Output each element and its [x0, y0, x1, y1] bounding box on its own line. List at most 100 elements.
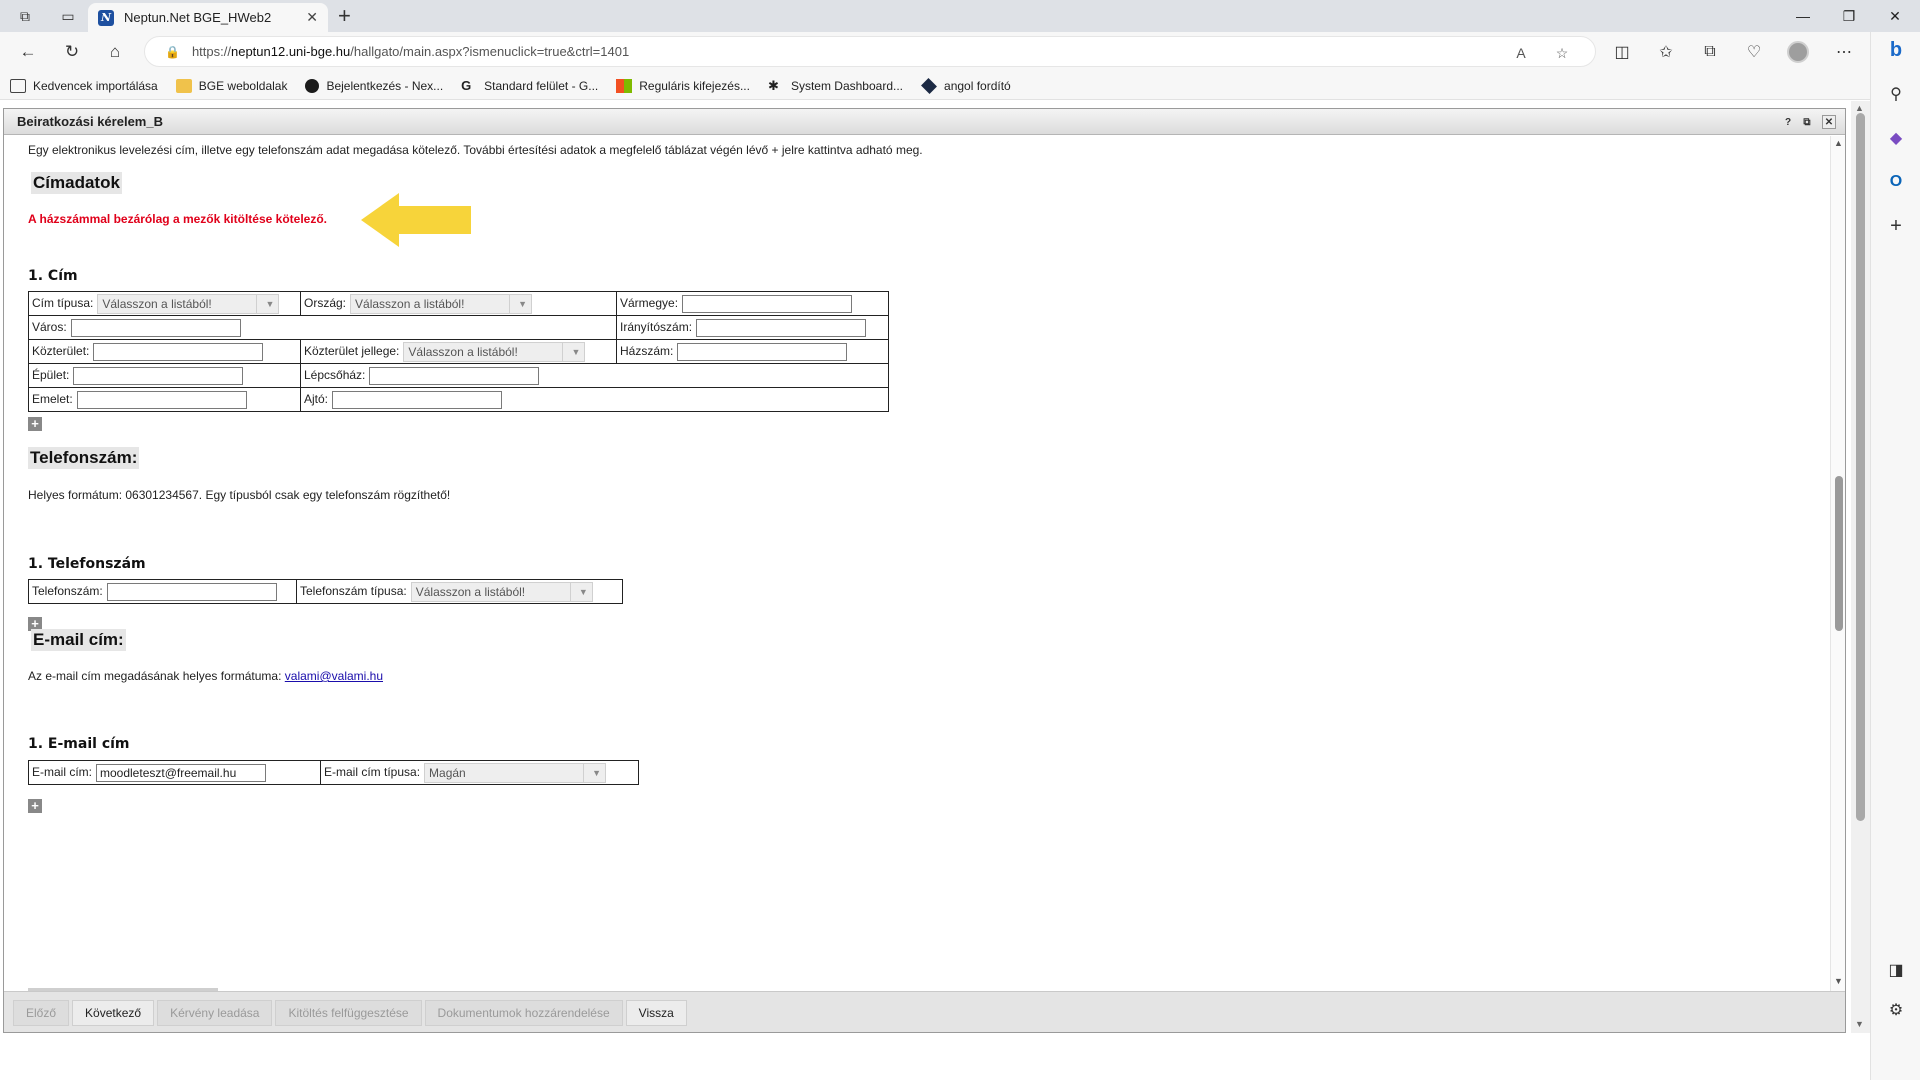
workspaces-icon[interactable]: ⧉ [12, 4, 38, 28]
browser-tab[interactable]: N Neptun.Net BGE_HWeb2 ✕ [88, 3, 328, 32]
bookmark-dashboard[interactable]: ✱ System Dashboard... [767, 77, 903, 93]
read-aloud-icon[interactable]: A [1509, 43, 1533, 63]
url-text: https://neptun12.uni-bge.hu/hallgato/mai… [191, 44, 630, 59]
settings-gear-icon[interactable]: ⚙ [1884, 998, 1908, 1022]
translate-icon [921, 77, 937, 94]
submit-request-button[interactable]: Kérvény leadása [157, 1000, 273, 1026]
street-input[interactable] [93, 342, 264, 361]
staircase-label: Lépcsőház: [304, 367, 366, 382]
page-scrollbar[interactable]: ▲ ▼ [1851, 101, 1870, 1033]
address-type-select[interactable]: Válasszon a listából! ▼ [97, 293, 280, 314]
bookmark-nexus[interactable]: Bejelentkezés - Nex... [305, 78, 443, 93]
zip-input[interactable] [696, 318, 867, 337]
phone-table: Telefonszám: Telefonszám típusa: Válasszo… [28, 579, 623, 604]
hide-sidebar-icon[interactable]: ◨ [1884, 958, 1908, 982]
help-icon[interactable]: ? [1781, 115, 1795, 129]
street-type-select[interactable]: Válasszon a listából! ▼ [403, 341, 586, 362]
restore-icon[interactable]: ❐ [1826, 0, 1872, 32]
browser-essentials-icon[interactable]: ♡ [1742, 41, 1766, 63]
bookmark-translate[interactable]: angol fordító [921, 77, 1011, 94]
address-bar[interactable]: 🔒 https://neptun12.uni-bge.hu/hallgato/m… [144, 36, 1596, 67]
city-label: Város: [32, 319, 67, 334]
dialog-body: Egy elektronikus levelezési cím, illetve… [4, 136, 1830, 991]
bookmark-import[interactable]: Kedvencek importálása [10, 78, 158, 93]
city-input[interactable] [70, 318, 241, 337]
dialog-scrollbar[interactable]: ▲ ▼ [1830, 136, 1845, 991]
building-label: Épület: [32, 367, 70, 382]
county-label: Vármegye: [620, 295, 679, 310]
search-icon[interactable]: ⚲ [1884, 82, 1908, 106]
profile-avatar[interactable] [1786, 41, 1810, 63]
bookmark-standard[interactable]: G Standard felület - G... [461, 78, 598, 93]
new-tab-icon[interactable]: + [338, 3, 351, 29]
footer-button-row: Előző Következő Kérvény leadása Kitöltés… [13, 1000, 690, 1026]
street-label: Közterület: [32, 343, 90, 358]
folder-icon [175, 78, 192, 93]
lock-icon[interactable]: 🔒 [165, 45, 180, 59]
page-scrollbar-thumb[interactable] [1856, 113, 1865, 821]
staircase-input[interactable] [369, 366, 540, 385]
split-screen-icon[interactable]: ◫ [1610, 41, 1634, 63]
dialog-footer: Előző Következő Kérvény leadása Kitöltés… [4, 991, 1845, 1032]
email-example-link[interactable]: valami@valami.hu [285, 669, 383, 683]
annotation-arrow-icon [361, 193, 471, 247]
add-email-button[interactable]: + [28, 799, 42, 813]
phone-type-select[interactable]: Válasszon a listából! ▼ [410, 581, 593, 602]
vertical-tabs-icon[interactable]: ▭ [55, 4, 81, 28]
dialog-scrollbar-thumb[interactable] [1835, 476, 1843, 631]
browser-toolbar: ← ↻ ⌂ 🔒 https://neptun12.uni-bge.hu/hall… [0, 32, 1920, 72]
window-close-icon[interactable]: ✕ [1872, 0, 1918, 32]
chevron-down-icon: ▼ [583, 763, 601, 782]
address-table: Cím típusa: Válasszon a listából! ▼ Ország… [28, 291, 889, 412]
floor-input[interactable] [76, 390, 247, 409]
back-icon[interactable]: ← [14, 39, 42, 65]
chevron-down-icon: ▼ [562, 342, 580, 361]
chevron-down-icon: ▼ [509, 294, 527, 313]
address-heading: Címadatok [31, 172, 122, 194]
copilot-icon[interactable]: b [1884, 38, 1908, 62]
suspend-filling-button[interactable]: Kitöltés felfüggesztése [275, 1000, 422, 1026]
zip-label: Irányítószám: [620, 319, 693, 334]
building-input[interactable] [73, 366, 244, 385]
shopping-icon[interactable]: ◆ [1884, 126, 1908, 150]
door-input[interactable] [332, 390, 503, 409]
nexus-icon [305, 78, 320, 93]
phone-subheading: 1. Telefonszám [28, 556, 146, 572]
refresh-icon[interactable]: ↻ [58, 39, 86, 65]
add-address-button[interactable]: + [28, 417, 42, 431]
dialog-title: Beiratkozási kérelem_B [17, 114, 163, 129]
address-type-label: Cím típusa: [32, 295, 94, 310]
assign-documents-button[interactable]: Dokumentumok hozzárendelése [424, 1000, 623, 1026]
email-type-select[interactable]: Magán ▼ [424, 762, 607, 783]
favorite-star-icon[interactable]: ☆ [1550, 43, 1574, 63]
phone-format-note: Helyes formátum: 06301234567. Egy típusb… [28, 488, 451, 502]
bookmark-regex[interactable]: Reguláris kifejezés... [616, 78, 750, 93]
dashboard-icon: ✱ [767, 77, 779, 93]
phone-number-input[interactable] [106, 582, 277, 601]
dialog-close-icon[interactable]: ✕ [1822, 115, 1836, 129]
previous-button[interactable]: Előző [13, 1000, 70, 1026]
email-address-input[interactable]: moodleteszt@freemail.hu [96, 763, 266, 782]
country-label: Ország: [304, 295, 347, 310]
collections-icon[interactable]: ⧉ [1698, 41, 1722, 63]
county-input[interactable] [682, 294, 853, 313]
favorites-icon[interactable]: ✩ [1654, 41, 1678, 63]
email-type-label: E-mail cím típusa: [324, 764, 421, 779]
email-address-label: E-mail cím: [32, 764, 92, 779]
back-button[interactable]: Vissza [625, 1000, 687, 1026]
house-number-input[interactable] [677, 342, 848, 361]
bookmark-bge-folder[interactable]: BGE weboldalak [175, 78, 287, 93]
country-select[interactable]: Válasszon a listából! ▼ [350, 293, 533, 314]
more-menu-icon[interactable]: ⋯ [1832, 41, 1856, 63]
floor-label: Emelet: [32, 391, 73, 406]
tab-close-icon[interactable]: ✕ [306, 9, 318, 26]
home-icon[interactable]: ⌂ [101, 39, 129, 65]
outlook-icon[interactable]: O [1884, 170, 1908, 194]
add-sidebar-app-icon[interactable]: + [1884, 214, 1908, 238]
popout-icon[interactable]: ⧉ [1800, 115, 1814, 129]
next-button[interactable]: Következő [72, 1000, 155, 1026]
house-number-label: Házszám: [620, 343, 674, 358]
address-subheading: 1. Cím [28, 268, 78, 284]
minimize-icon[interactable]: — [1780, 0, 1826, 32]
edge-sidebar: b ⚲ ◆ O + ◨ ⚙ [1870, 32, 1920, 1080]
